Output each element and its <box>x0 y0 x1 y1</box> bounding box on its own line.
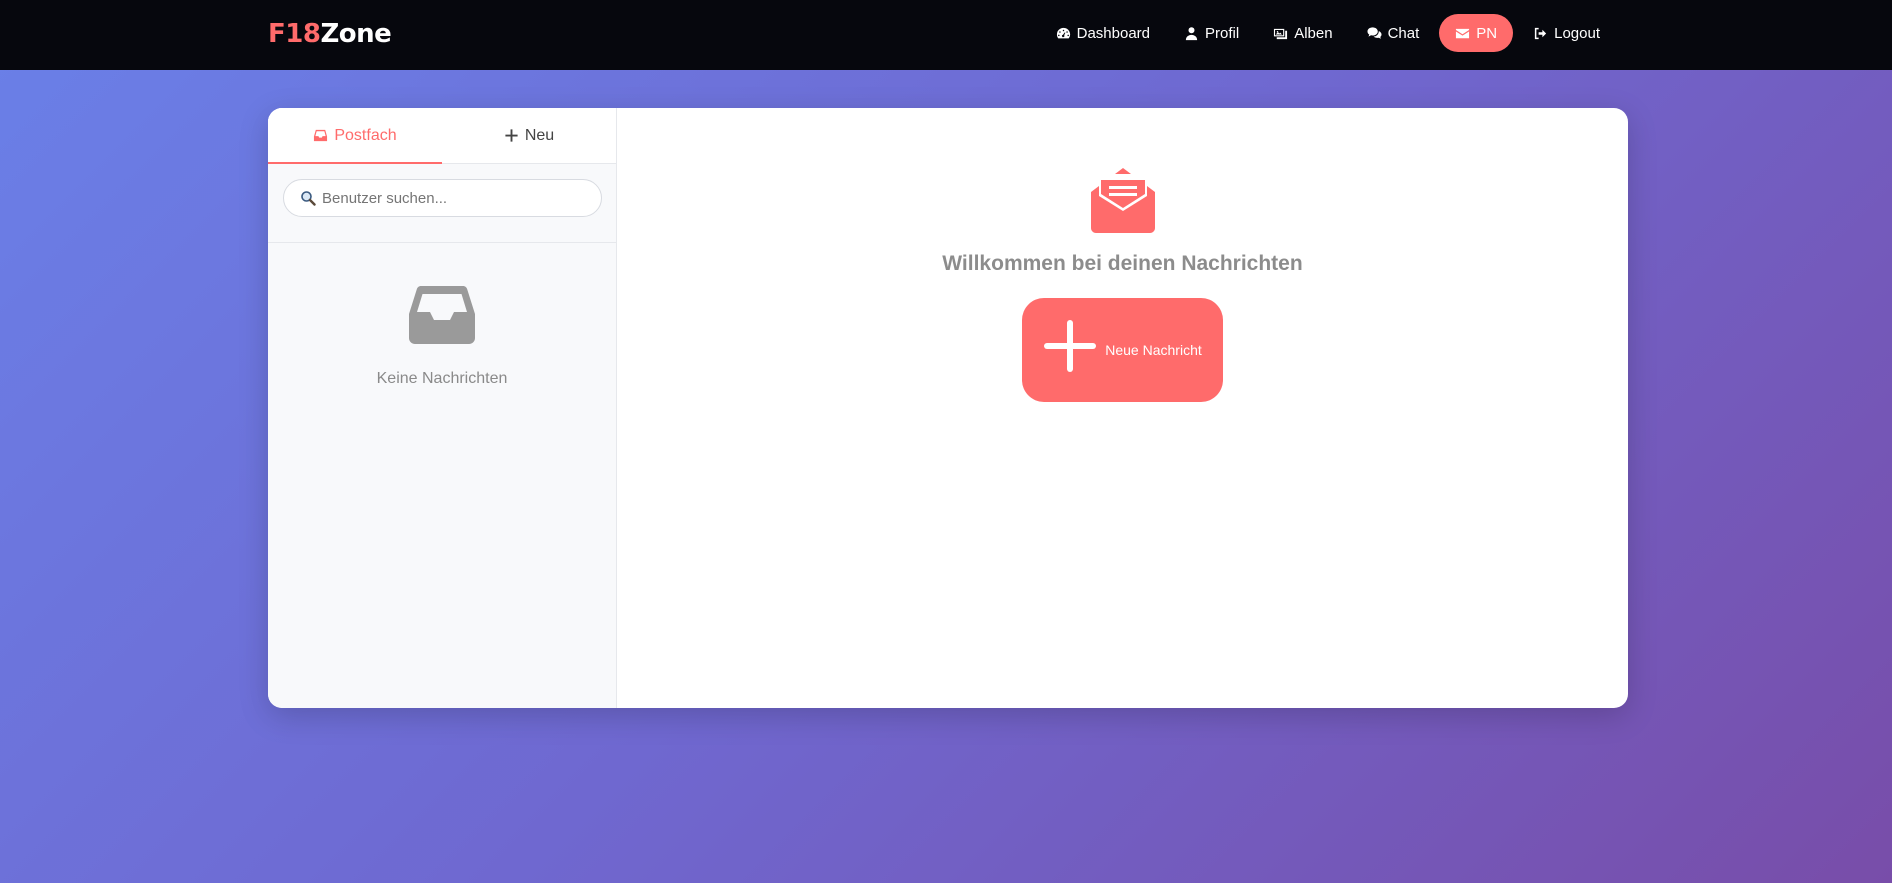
plus-icon <box>1044 320 1097 372</box>
tab-neu-label: Neu <box>524 126 555 144</box>
images-icon <box>1274 28 1288 39</box>
gauge-icon <box>1056 27 1070 38</box>
inbox-icon <box>314 129 328 142</box>
envelope-open-text-icon <box>1090 168 1155 233</box>
messages-card: Postfach Neu Keine Nachrichten Willkomme… <box>268 108 1628 708</box>
plus-icon <box>505 129 518 142</box>
nav-label-logout: Logout <box>1554 24 1600 42</box>
empty-text: Keine Nachrichten <box>376 370 508 387</box>
envelope-icon <box>1456 28 1470 38</box>
nav-label-profil: Profil <box>1205 24 1240 42</box>
nav-label-alben: Alben <box>1294 24 1333 42</box>
tab-postfach-label: Postfach <box>334 126 397 144</box>
search-box <box>283 179 602 217</box>
nav-item-profil[interactable]: Profil <box>1170 14 1253 52</box>
messages-main: Willkommen bei deinen Nachrichten Neue N… <box>617 108 1628 708</box>
top-navbar: F18Zone Dashboard Profil Alben Chat PN L… <box>0 0 1892 70</box>
nav-item-alben[interactable]: Alben <box>1259 14 1346 52</box>
tab-neu[interactable]: Neu <box>442 108 616 163</box>
sidebar-tabs: Postfach Neu <box>268 108 616 164</box>
new-message-button[interactable]: Neue Nachricht <box>1022 298 1223 402</box>
nav-item-dashboard[interactable]: Dashboard <box>1042 14 1164 52</box>
comments-icon <box>1367 26 1382 39</box>
brand-part-1: F18 <box>268 19 321 49</box>
nav-label-dashboard: Dashboard <box>1076 24 1151 42</box>
new-message-label: Neue Nachricht <box>1105 342 1202 358</box>
nav-item-chat[interactable]: Chat <box>1353 14 1434 52</box>
nav-label-pn: PN <box>1476 24 1498 42</box>
nav-item-logout[interactable]: Logout <box>1519 14 1614 52</box>
nav-menu: Dashboard Profil Alben Chat PN Logout <box>1042 14 1614 52</box>
nav-label-chat: Chat <box>1387 24 1420 42</box>
welcome-heading: Willkommen bei deinen Nachrichten <box>942 252 1303 275</box>
inbox-empty-icon <box>409 286 475 344</box>
user-icon <box>1185 26 1198 40</box>
messages-sidebar: Postfach Neu Keine Nachrichten <box>268 108 617 708</box>
brand-part-2: Zone <box>320 19 392 49</box>
tab-postfach[interactable]: Postfach <box>268 108 442 164</box>
search-input[interactable] <box>322 189 582 207</box>
search-icon <box>301 191 316 206</box>
sign-out-icon <box>1534 27 1547 39</box>
brand-logo[interactable]: F18Zone <box>268 19 392 49</box>
search-container <box>268 164 616 243</box>
nav-item-pn[interactable]: PN <box>1439 14 1514 52</box>
empty-state: Keine Nachrichten <box>268 243 616 388</box>
